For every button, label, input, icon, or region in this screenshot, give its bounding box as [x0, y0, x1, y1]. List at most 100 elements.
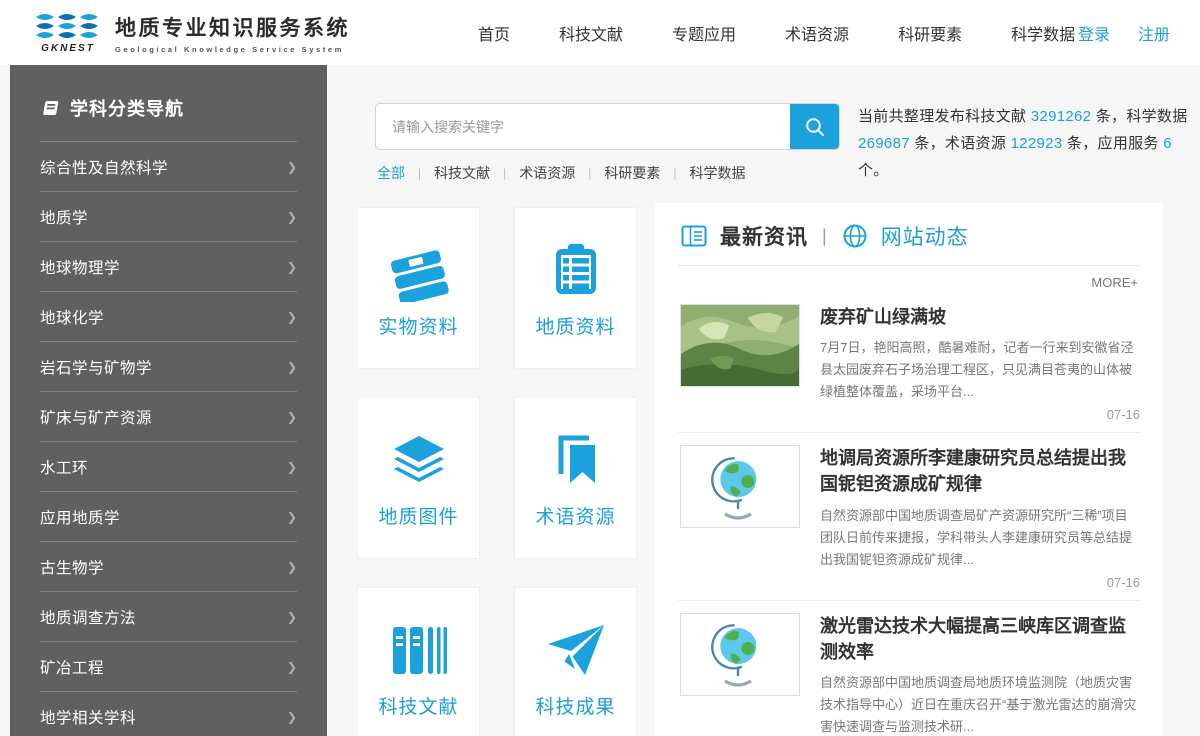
search-button[interactable]	[790, 104, 839, 149]
news-tabs: 最新资讯 | 网站动态	[678, 215, 1140, 266]
newspaper-icon	[680, 223, 708, 249]
more-link[interactable]: MORE+	[678, 266, 1140, 292]
chevron-right-icon: ❯	[287, 510, 297, 524]
sidebar-item-label: 矿冶工程	[40, 656, 104, 678]
paper-plane-icon	[544, 618, 608, 682]
tab-latest-news[interactable]: 最新资讯	[720, 221, 808, 251]
nav-item-literature[interactable]: 科技文献	[559, 21, 623, 45]
nav-item-terminology[interactable]: 术语资源	[785, 21, 849, 45]
tab-site-news[interactable]: 网站动态	[881, 221, 969, 251]
bookmark-icon	[544, 428, 608, 492]
sidebar-item-label: 地质学	[40, 206, 88, 228]
sidebar-item-label: 矿床与矿产资源	[40, 406, 152, 428]
sidebar-item[interactable]: 地质调查方法❯	[40, 592, 297, 642]
nav-item-research-elements[interactable]: 科研要素	[898, 21, 962, 45]
logo[interactable]: GKNEST 地质专业知识服务系统 Geological Knowledge S…	[35, 12, 350, 54]
search-filter-all[interactable]: 全部	[377, 163, 405, 183]
tile-geological-materials[interactable]: 地质资料	[514, 207, 637, 369]
stats-text: 当前共整理发布科技文献 3291262 条，科学数据269687 条，术语资源 …	[858, 103, 1190, 184]
search-filter-literature[interactable]: 科技文献	[434, 163, 490, 183]
sidebar-item[interactable]: 水工环❯	[40, 442, 297, 492]
stats-count-data: 269687	[858, 135, 910, 152]
globe-illustration	[680, 445, 800, 528]
globe-icon	[841, 222, 869, 250]
sidebar-item[interactable]: 应用地质学❯	[40, 492, 297, 542]
chevron-right-icon: ❯	[287, 210, 297, 224]
sidebar-item-label: 综合性及自然科学	[40, 156, 168, 178]
news-title[interactable]: 激光雷达技术大幅提高三峡库区调查监测效率	[820, 613, 1140, 665]
tile-label: 实物资料	[378, 312, 458, 339]
login-link[interactable]: 登录	[1078, 21, 1110, 45]
sidebar-item[interactable]: 地球化学 ❯	[40, 292, 297, 342]
library-books-icon	[387, 618, 451, 682]
top-nav: 首页 科技文献 专题应用 术语资源 科研要素 科学数据	[478, 21, 1075, 45]
sidebar-item-label: 古生物学	[40, 556, 104, 578]
sidebar-item-label: 水工环	[40, 456, 88, 478]
logo-mark: GKNEST	[35, 12, 101, 54]
search-filters: 全部| 科技文献| 术语资源| 科研要素| 科学数据	[377, 163, 746, 183]
sidebar-list: 综合性及自然科学❯地质学❯地球物理学❯地球化学❯岩石学与矿物学❯矿床与矿产资源❯…	[40, 142, 297, 736]
chevron-right-icon: ❯	[287, 710, 297, 724]
search-filter-terminology[interactable]: 术语资源	[519, 163, 575, 183]
stats-count-literature: 3291262	[1031, 108, 1092, 125]
nav-item-special-apps[interactable]: 专题应用	[672, 21, 736, 45]
nav-item-home[interactable]: 首页	[478, 21, 510, 45]
news-title[interactable]: 废弃矿山绿满坡	[820, 304, 1140, 330]
logo-leaves-icon	[35, 12, 101, 42]
search-input[interactable]	[376, 104, 790, 149]
filter-separator: |	[673, 166, 676, 180]
sidebar-item[interactable]: 综合性及自然科学❯	[40, 142, 297, 192]
news-excerpt: 自然资源部中国地质调查局地质环境监测院（地质灾害技术指导中心）近日在重庆召开“基…	[820, 672, 1140, 736]
tile-physical-materials[interactable]: 实物资料	[357, 207, 480, 369]
tile-scitech-literature[interactable]: 科技文献	[357, 587, 480, 736]
sidebar-item-label: 地学相关学科	[40, 706, 136, 728]
clipboard-icon	[544, 238, 608, 302]
news-excerpt: 自然资源部中国地质调查局矿产资源研究所“三稀”项目团队日前传来捷报，学科带头人李…	[820, 505, 1140, 571]
filter-separator: |	[588, 166, 591, 180]
books-stack-icon	[387, 238, 451, 302]
search-icon	[804, 116, 826, 138]
sidebar-item-label: 地球化学	[40, 306, 104, 328]
news-item[interactable]: 废弃矿山绿满坡 7月7日，艳阳高照，酷暑难耐，记者一行来到安徽省泾县太园废弃石子…	[678, 292, 1140, 433]
chevron-right-icon: ❯	[287, 660, 297, 674]
filter-separator: |	[503, 166, 506, 180]
sidebar-item[interactable]: 地质学 ❯	[40, 192, 297, 242]
tile-terminology-resources[interactable]: 术语资源	[514, 397, 637, 559]
news-panel: 最新资讯 | 网站动态 MORE+ 废弃矿山绿满坡 7月7日，艳阳高照，酷暑难耐…	[655, 203, 1163, 736]
tile-label: 术语资源	[535, 502, 615, 529]
tile-scitech-achievements[interactable]: 科技成果	[514, 587, 637, 736]
layers-icon	[387, 428, 451, 492]
news-item[interactable]: 地调局资源所李建康研究员总结提出我国铌钽资源成矿规律 自然资源部中国地质调查局矿…	[678, 433, 1140, 600]
chevron-right-icon: ❯	[287, 310, 297, 324]
mountain-photo	[680, 304, 800, 387]
search-filter-research[interactable]: 科研要素	[604, 163, 660, 183]
register-link[interactable]: 注册	[1138, 21, 1170, 45]
nav-item-science-data[interactable]: 科学数据	[1011, 21, 1075, 45]
sidebar-item[interactable]: 矿冶工程 ❯	[40, 642, 297, 692]
tile-geological-maps[interactable]: 地质图件	[357, 397, 480, 559]
search-box	[375, 103, 840, 150]
sidebar-item[interactable]: 古生物学 ❯	[40, 542, 297, 592]
sidebar-item[interactable]: 岩石学与矿物学❯	[40, 342, 297, 392]
news-title[interactable]: 地调局资源所李建康研究员总结提出我国铌钽资源成矿规律	[820, 445, 1140, 497]
sidebar-item[interactable]: 矿床与矿产资源❯	[40, 392, 297, 442]
app-header: GKNEST 地质专业知识服务系统 Geological Knowledge S…	[0, 0, 1200, 65]
tab-separator: |	[822, 226, 827, 247]
tile-label: 科技文献	[378, 692, 458, 719]
chevron-right-icon: ❯	[287, 260, 297, 274]
sidebar-item[interactable]: 地学相关学科 ❯	[40, 692, 297, 736]
sidebar-item-label: 地质调查方法	[40, 606, 136, 628]
stats-segment: 个。	[858, 162, 889, 179]
sidebar-item-label: 地球物理学	[40, 256, 120, 278]
sidebar: 学科分类导航 综合性及自然科学❯地质学❯地球物理学❯地球化学❯岩石学与矿物学❯矿…	[10, 65, 327, 736]
chevron-right-icon: ❯	[287, 360, 297, 374]
tile-label: 科技成果	[535, 692, 615, 719]
news-item[interactable]: 激光雷达技术大幅提高三峡库区调查监测效率 自然资源部中国地质调查局地质环境监测院…	[678, 601, 1140, 736]
news-date: 07-16	[820, 575, 1140, 590]
search-filter-data[interactable]: 科学数据	[690, 163, 746, 183]
logo-title: 地质专业知识服务系统	[115, 12, 350, 42]
stats-count-services: 6	[1163, 135, 1172, 152]
chevron-right-icon: ❯	[287, 560, 297, 574]
book-icon	[40, 98, 60, 118]
sidebar-item[interactable]: 地球物理学 ❯	[40, 242, 297, 292]
